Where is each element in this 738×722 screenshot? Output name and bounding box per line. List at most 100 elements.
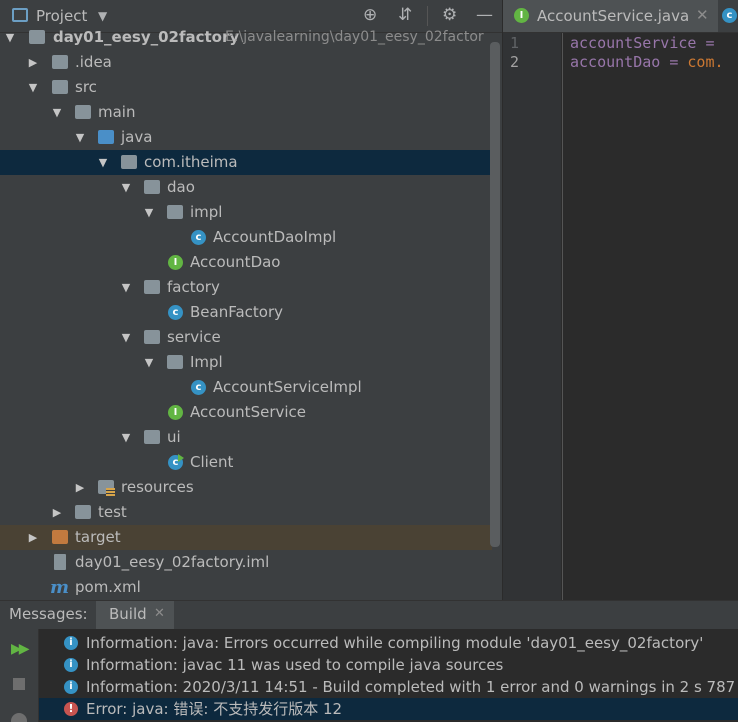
tree-item-resources[interactable]: ▶ resources <box>0 475 492 500</box>
tree-item-impl[interactable]: ▼ impl <box>0 200 492 225</box>
tree-item-service-impl[interactable]: ▼ Impl <box>0 350 492 375</box>
tree-item-label: java <box>121 128 153 146</box>
message-row[interactable]: i Information: javac 11 was used to comp… <box>39 654 738 676</box>
tree-item-label: AccountService <box>190 403 307 421</box>
code-line-1[interactable]: accountService = <box>570 34 715 52</box>
build-tab[interactable]: Build ✕ <box>96 601 174 629</box>
tree-item-label: AccountDao <box>190 253 281 271</box>
tree-item-accountdaoimpl[interactable]: c AccountDaoImpl <box>0 225 492 250</box>
project-window-icon <box>12 8 28 22</box>
tree-item-main[interactable]: ▼ main <box>0 100 492 125</box>
tree-item-label: main <box>98 103 136 121</box>
collapse-icon[interactable]: ⇵ <box>398 5 412 25</box>
chevron-down-icon[interactable]: ▼ <box>74 125 86 150</box>
gutter-divider <box>562 33 563 600</box>
chevron-down-icon[interactable]: ▼ <box>97 150 109 175</box>
editor-tab-bar: I AccountService.java ✕ c <box>503 0 738 33</box>
tree-item-beanfactory[interactable]: c BeanFactory <box>0 300 492 325</box>
project-root-path: E:\javalearning\day01_eesy_02factor <box>225 29 484 45</box>
package-icon <box>144 430 160 444</box>
gear-icon[interactable]: ⚙ <box>442 5 457 25</box>
interface-icon: I <box>514 8 529 23</box>
stop-icon[interactable] <box>13 678 25 690</box>
chevron-down-icon[interactable]: ▼ <box>4 25 16 50</box>
tree-item-label: day01_eesy_02factory.iml <box>75 553 270 571</box>
tree-item-pom[interactable]: m pom.xml <box>0 575 492 600</box>
class-icon: c <box>168 305 183 320</box>
close-icon[interactable]: ✕ <box>154 606 165 621</box>
tree-item-src[interactable]: ▼ src <box>0 75 492 100</box>
tree-item-label: Client <box>190 453 234 471</box>
chevron-down-icon[interactable]: ▼ <box>120 425 132 450</box>
chevron-down-icon[interactable]: ▼ <box>143 200 155 225</box>
tree-item-ui[interactable]: ▼ ui <box>0 425 492 450</box>
tree-item-java[interactable]: ▼ java <box>0 125 492 150</box>
package-icon <box>144 280 160 294</box>
package-icon <box>121 155 137 169</box>
chevron-down-icon[interactable]: ▼ <box>120 175 132 200</box>
header-divider <box>427 6 428 26</box>
tree-item-accountserviceimpl[interactable]: c AccountServiceImpl <box>0 375 492 400</box>
close-icon[interactable]: ✕ <box>696 6 709 24</box>
tree-item-idea[interactable]: ▶ .idea <box>0 50 492 75</box>
chevron-down-icon[interactable]: ▼ <box>51 100 63 125</box>
tree-item-label: AccountServiceImpl <box>213 378 362 396</box>
tree-item-project-root[interactable]: ▼ day01_eesy_02factory E:\javalearning\d… <box>0 25 492 50</box>
folder-icon <box>75 105 91 119</box>
run-badge-icon <box>178 454 184 462</box>
tree-item-iml[interactable]: day01_eesy_02factory.iml <box>0 550 492 575</box>
message-row-error[interactable]: ! Error: java: 错误: 不支持发行版本 12 <box>39 698 738 720</box>
tree-item-factory[interactable]: ▼ factory <box>0 275 492 300</box>
info-icon: i <box>64 636 78 650</box>
info-icon: i <box>64 680 78 694</box>
tree-item-accountdao[interactable]: I AccountDao <box>0 250 492 275</box>
tree-item-dao[interactable]: ▼ dao <box>0 175 492 200</box>
chevron-down-icon[interactable]: ▼ <box>27 75 39 100</box>
tree-item-label: test <box>98 503 127 521</box>
package-icon <box>167 205 183 219</box>
more-icon[interactable] <box>11 713 27 722</box>
rerun-icon[interactable]: ▶▶ <box>11 641 29 657</box>
tree-item-label: ui <box>167 428 181 446</box>
message-text: Information: java: Errors occurred while… <box>86 634 704 652</box>
editor-tab-next[interactable]: c <box>721 0 738 32</box>
code-token: accountDao = <box>570 53 688 71</box>
tree-item-accountservice[interactable]: I AccountService <box>0 400 492 425</box>
folder-icon <box>52 55 68 69</box>
editor-tab-accountservice[interactable]: I AccountService.java ✕ <box>503 0 718 32</box>
chevron-down-icon[interactable]: ▼ <box>120 325 132 350</box>
tree-item-service[interactable]: ▼ service <box>0 325 492 350</box>
chevron-right-icon[interactable]: ▶ <box>27 525 39 550</box>
code-line-2[interactable]: accountDao = com. <box>570 53 724 71</box>
tree-item-label: AccountDaoImpl <box>213 228 337 246</box>
tree-item-client[interactable]: c Client <box>0 450 492 475</box>
message-row[interactable]: i Information: 2020/3/11 14:51 - Build c… <box>39 676 738 698</box>
project-view-selector[interactable]: Project <box>36 7 87 25</box>
message-row[interactable]: i Information: java: Errors occurred whi… <box>39 632 738 654</box>
chevron-down-icon[interactable]: ▼ <box>98 9 107 23</box>
package-icon <box>167 355 183 369</box>
chevron-down-icon[interactable]: ▼ <box>120 275 132 300</box>
folder-icon <box>52 80 68 94</box>
interface-icon: I <box>168 255 183 270</box>
tree-scrollbar[interactable] <box>490 42 500 547</box>
iml-file-icon <box>54 554 66 570</box>
minimize-icon[interactable]: — <box>476 5 493 25</box>
tree-item-target[interactable]: ▶ target <box>0 525 492 550</box>
chevron-right-icon[interactable]: ▶ <box>51 500 63 525</box>
line-number-gutter: 1 2 <box>503 33 561 600</box>
error-icon: ! <box>64 702 78 716</box>
tree-item-label: com.itheima <box>144 153 238 171</box>
tree-item-com-itheima[interactable]: ▼ com.itheima <box>0 150 492 175</box>
interface-icon: I <box>168 405 183 420</box>
tree-item-label: BeanFactory <box>190 303 284 321</box>
class-icon: c <box>191 230 206 245</box>
source-folder-icon <box>98 130 114 144</box>
class-icon: c <box>191 380 206 395</box>
info-icon: i <box>64 658 78 672</box>
chevron-right-icon[interactable]: ▶ <box>27 50 39 75</box>
chevron-down-icon[interactable]: ▼ <box>143 350 155 375</box>
tree-item-test[interactable]: ▶ test <box>0 500 492 525</box>
locate-icon[interactable]: ⊕ <box>363 5 377 25</box>
chevron-right-icon[interactable]: ▶ <box>74 475 86 500</box>
